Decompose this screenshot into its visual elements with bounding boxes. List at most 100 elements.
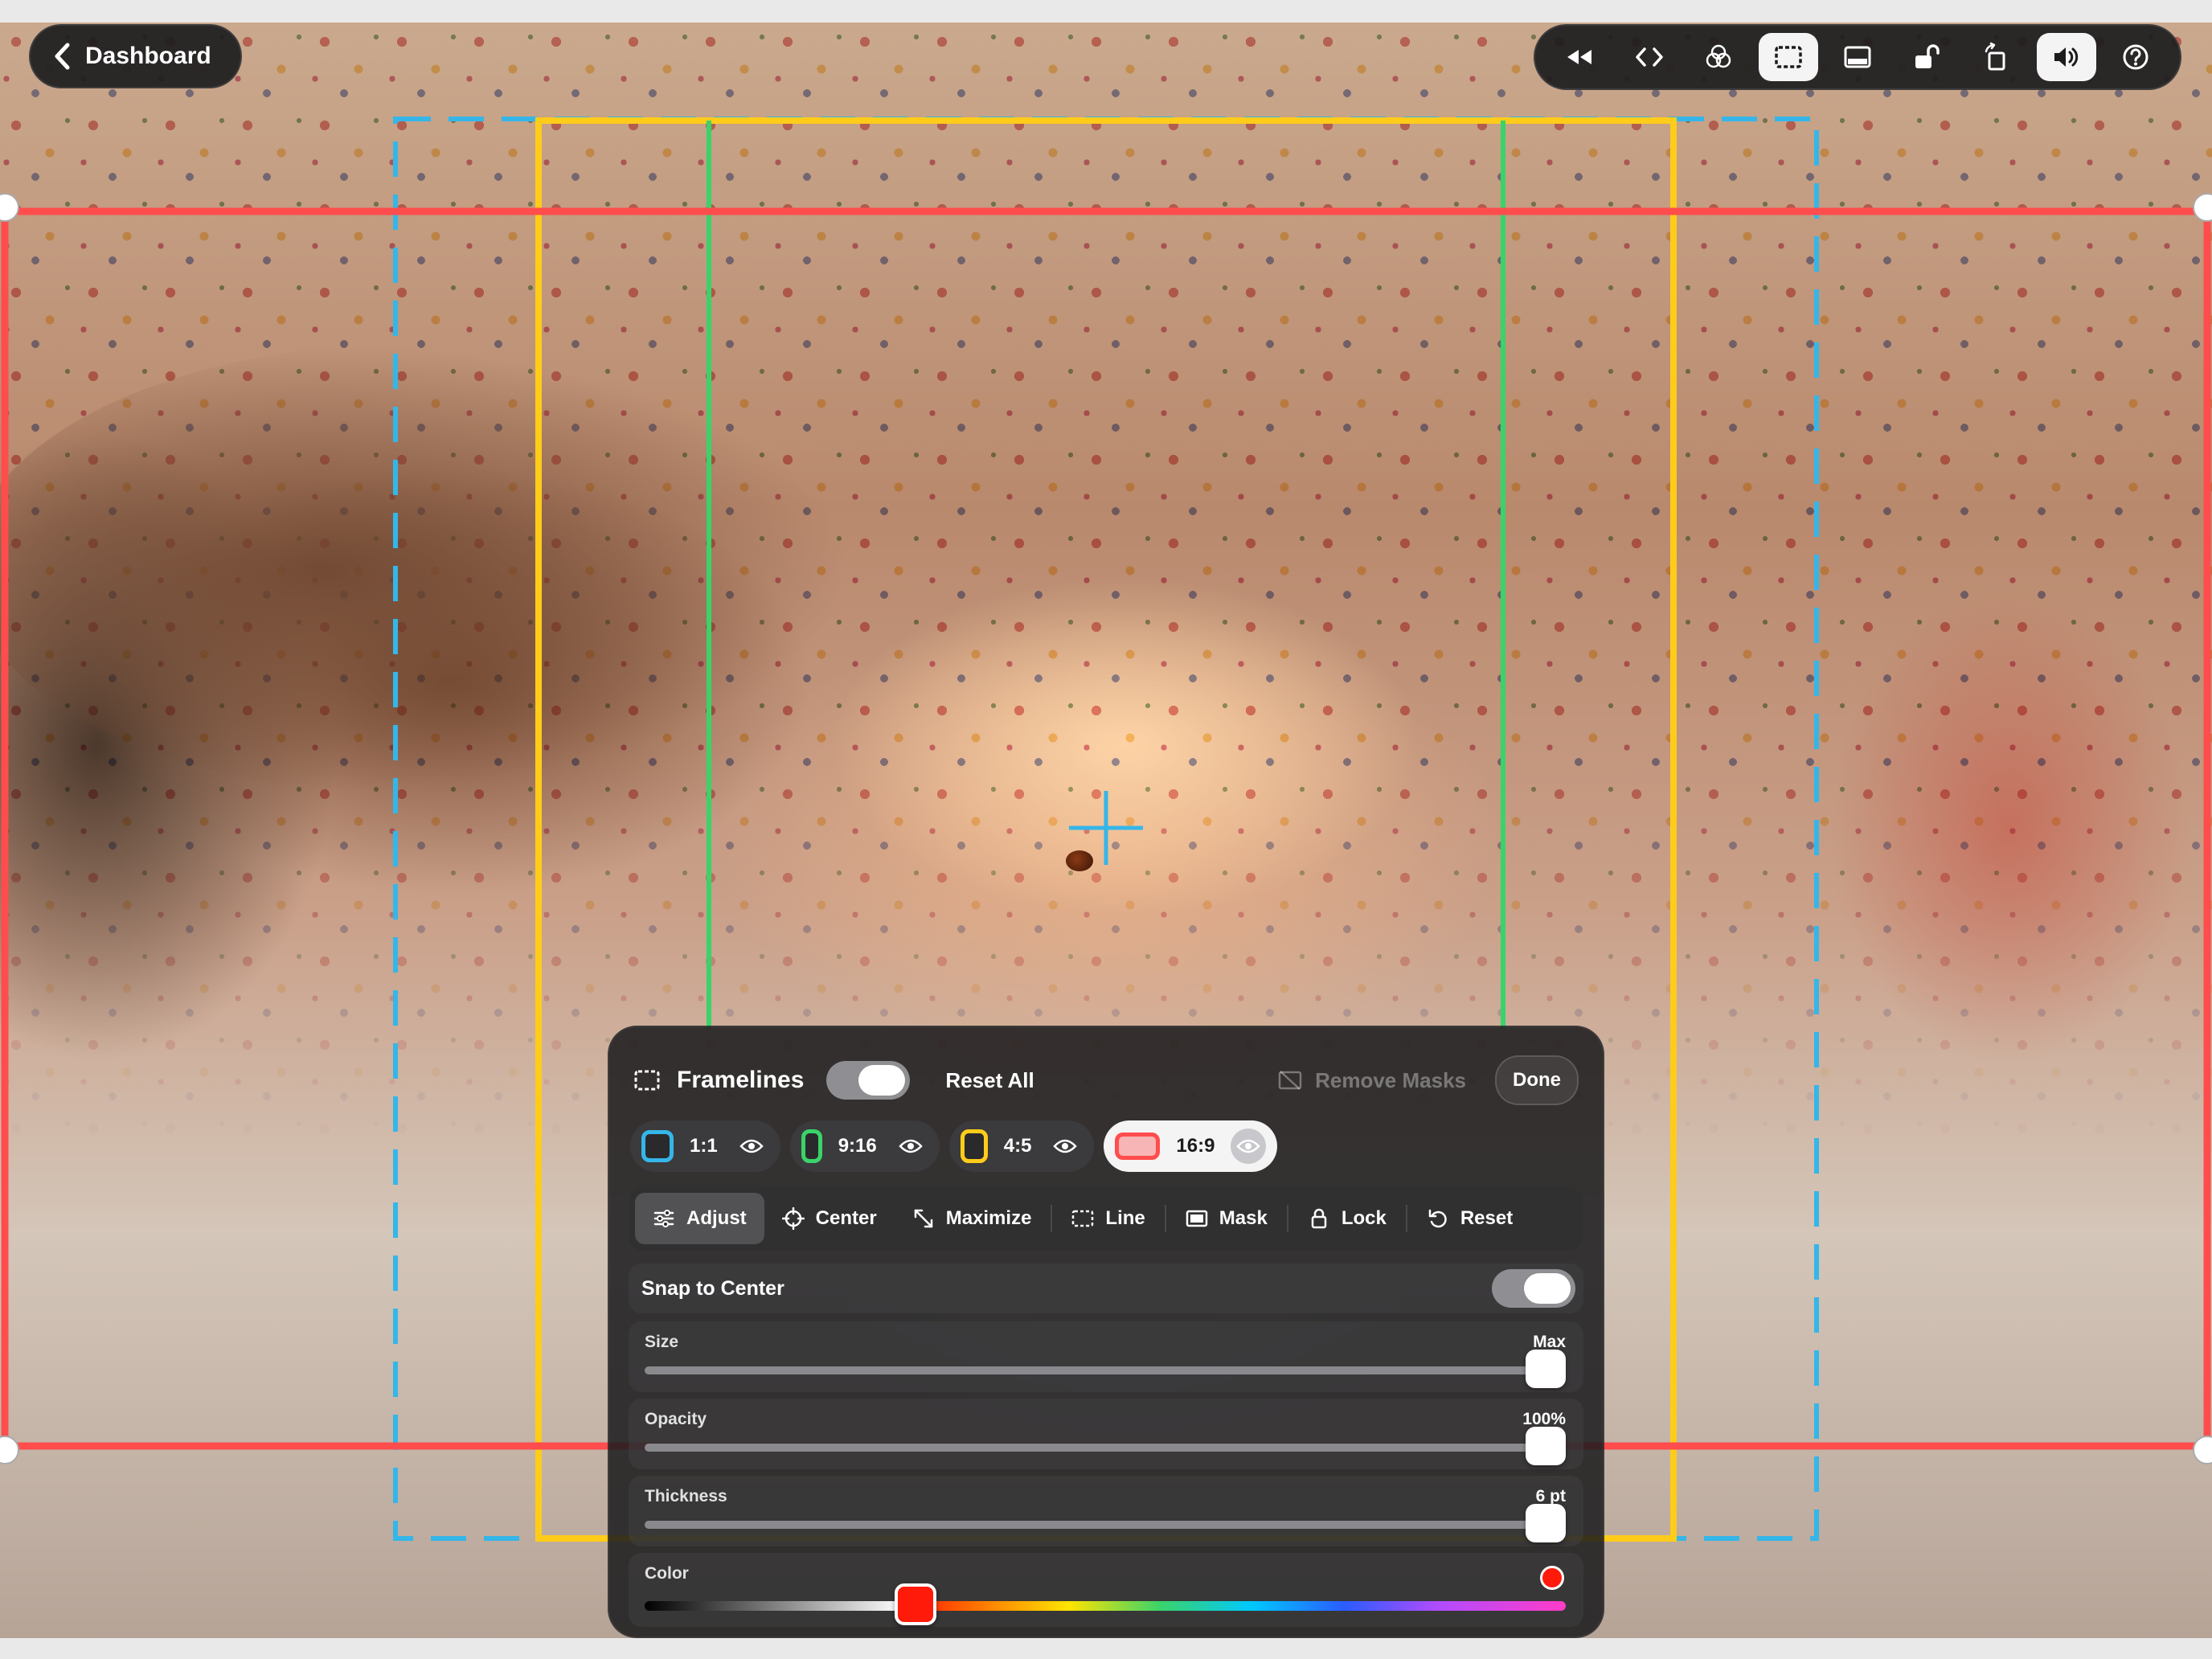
framelines-button[interactable]	[1758, 33, 1818, 81]
preset-1x1[interactable]: 1:1	[630, 1120, 780, 1172]
help-button[interactable]	[2106, 33, 2165, 81]
color-label: Color	[645, 1564, 689, 1583]
safe-area-icon	[1844, 46, 1871, 68]
rewind-icon	[1567, 50, 1591, 64]
expand-icon	[914, 1209, 932, 1228]
framelines-icon	[1774, 46, 1802, 68]
rewind-button[interactable]	[1550, 33, 1609, 81]
size-slider-thumb[interactable]	[1526, 1350, 1566, 1388]
tab-mask[interactable]: Mask	[1168, 1193, 1285, 1244]
eye-icon	[739, 1139, 764, 1153]
thickness-slider-row: Thickness 6 pt	[629, 1476, 1583, 1546]
size-slider[interactable]	[645, 1350, 1566, 1388]
eye-icon	[899, 1139, 923, 1153]
tab-reset[interactable]: Reset	[1409, 1193, 1530, 1244]
remove-masks-button[interactable]: Remove Masks	[1278, 1068, 1466, 1093]
remove-masks-label: Remove Masks	[1315, 1067, 1466, 1092]
color-swatch	[1540, 1566, 1564, 1590]
snap-to-center-label: Snap to Center	[641, 1276, 784, 1300]
top-toolbar	[1534, 24, 2181, 90]
eye-icon	[1236, 1139, 1261, 1153]
tab-adjust[interactable]: Adjust	[635, 1193, 764, 1244]
preset-label: 4:5	[1003, 1135, 1032, 1157]
tab-label: Lock	[1341, 1207, 1387, 1229]
done-button[interactable]: Done	[1495, 1055, 1579, 1105]
frameline-tabs: Adjust Center Maximize Line Mask Lock Re…	[629, 1186, 1583, 1251]
thickness-slider-thumb[interactable]	[1526, 1504, 1566, 1542]
tab-label: Maximize	[945, 1207, 1032, 1229]
tab-divider	[1286, 1205, 1288, 1232]
size-slider-row: Size Max	[629, 1321, 1583, 1392]
thickness-slider[interactable]	[645, 1504, 1566, 1542]
safe-area-button[interactable]	[1828, 33, 1887, 81]
panel-title: Framelines	[677, 1067, 805, 1093]
size-label: Size	[645, 1333, 679, 1351]
preset-visibility-toggle[interactable]	[1047, 1129, 1083, 1164]
tab-divider	[1051, 1205, 1053, 1232]
back-to-dashboard-button[interactable]: Dashboard	[29, 24, 242, 88]
tab-label: Mask	[1219, 1207, 1268, 1229]
framelines-panel: Framelines Reset All Remove Masks Done 1…	[608, 1026, 1604, 1638]
preset-4x5[interactable]: 4:5	[948, 1120, 1095, 1172]
lock-icon	[1311, 1208, 1327, 1229]
tab-line[interactable]: Line	[1054, 1193, 1162, 1244]
speaker-icon	[2054, 47, 2078, 67]
panel-header: Framelines Reset All Remove Masks Done	[633, 1051, 1579, 1109]
tab-center[interactable]: Center	[764, 1193, 895, 1244]
preset-visibility-toggle[interactable]	[1231, 1129, 1267, 1164]
preset-9x16[interactable]: 9:16	[789, 1120, 940, 1172]
preset-label: 9:16	[838, 1135, 877, 1157]
thickness-label: Thickness	[645, 1487, 727, 1505]
preset-label: 16:9	[1176, 1135, 1215, 1157]
opacity-slider[interactable]	[645, 1427, 1566, 1465]
toggle-knob	[1524, 1273, 1571, 1304]
frameline-presets: 1:1 9:16 4:5 16:9	[630, 1120, 1278, 1172]
reset-all-button[interactable]: Reset All	[945, 1068, 1034, 1093]
crosshair-icon	[781, 1207, 805, 1230]
tab-label: Adjust	[686, 1207, 747, 1229]
preset-swatch-tall	[801, 1129, 822, 1163]
color-slider-thumb[interactable]	[894, 1583, 936, 1625]
eye-icon	[1053, 1139, 1078, 1153]
tab-label: Line	[1105, 1207, 1145, 1229]
preset-visibility-toggle[interactable]	[893, 1129, 928, 1164]
tab-label: Center	[815, 1207, 877, 1229]
opacity-label: Opacity	[645, 1410, 707, 1428]
snap-to-center-toggle[interactable]	[1492, 1269, 1575, 1308]
help-icon	[2123, 44, 2149, 70]
framelines-toggle[interactable]	[826, 1061, 911, 1100]
rotate-icon	[1985, 42, 2005, 71]
preset-visibility-toggle[interactable]	[734, 1129, 769, 1164]
tab-maximize[interactable]: Maximize	[895, 1193, 1050, 1244]
preset-swatch-portrait	[960, 1129, 988, 1163]
preset-swatch-square	[641, 1130, 674, 1162]
mask-off-icon	[1278, 1071, 1302, 1090]
sliders-icon	[653, 1210, 674, 1227]
done-label: Done	[1513, 1069, 1561, 1091]
mask-icon	[1186, 1210, 1208, 1227]
audio-button[interactable]	[2036, 33, 2096, 81]
tab-lock[interactable]: Lock	[1290, 1193, 1404, 1244]
rotate-button[interactable]	[1967, 33, 2026, 81]
color-slider-row: Color	[629, 1553, 1583, 1627]
dashed-rect-icon	[1072, 1210, 1094, 1227]
preset-16x9[interactable]: 16:9	[1104, 1120, 1278, 1172]
framelines-icon	[634, 1070, 660, 1091]
reset-icon	[1428, 1209, 1447, 1228]
left-arm	[0, 344, 852, 794]
unlock-button[interactable]	[1898, 33, 1957, 81]
color-slider[interactable]	[645, 1583, 1566, 1625]
ladybug	[1066, 850, 1093, 871]
opacity-slider-thumb[interactable]	[1526, 1427, 1566, 1465]
tab-label: Reset	[1460, 1207, 1514, 1229]
color-filter-icon	[1706, 44, 1731, 68]
preset-swatch-wide	[1115, 1133, 1161, 1160]
toggle-knob	[858, 1065, 906, 1096]
color-filter-button[interactable]	[1689, 33, 1748, 81]
tab-divider	[1405, 1205, 1407, 1232]
code-button[interactable]	[1620, 33, 1679, 81]
chevron-left-icon	[55, 43, 70, 70]
opacity-slider-row: Opacity 100%	[629, 1399, 1583, 1469]
code-icon	[1635, 47, 1663, 67]
preset-label: 1:1	[690, 1135, 718, 1157]
